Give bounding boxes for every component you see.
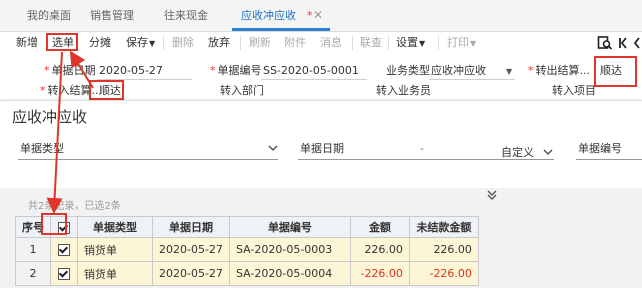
annotation-arrow [69,50,94,89]
annotation-arrows [46,50,94,214]
annotation-arrow [46,51,63,214]
